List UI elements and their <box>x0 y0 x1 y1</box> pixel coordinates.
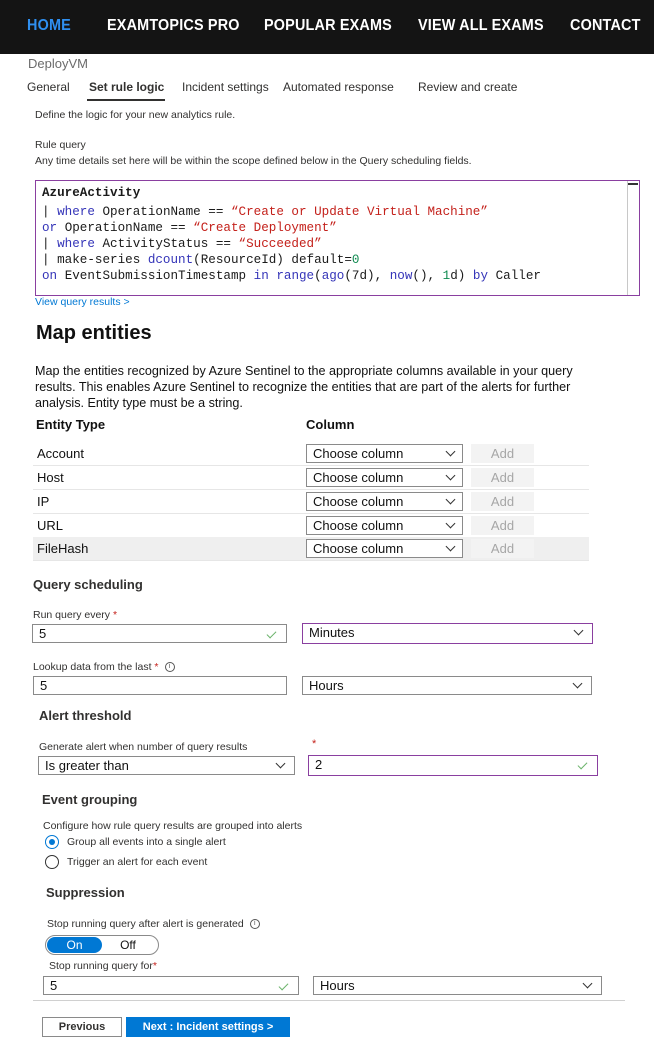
entity-type-label: Account <box>37 446 84 461</box>
stop-query-for-input[interactable]: 5 <box>43 976 299 995</box>
chevron-down-icon <box>445 494 456 505</box>
alert-threshold-title: Alert threshold <box>39 708 132 723</box>
chevron-down-icon <box>582 978 593 989</box>
info-icon[interactable]: i <box>164 662 175 673</box>
entity-row-account: Account Choose column Add <box>33 442 589 466</box>
url-column-select[interactable]: Choose column <box>306 516 463 535</box>
tab-set-rule-logic[interactable]: Set rule logic <box>89 80 164 94</box>
account-column-select[interactable]: Choose column <box>306 444 463 463</box>
entity-type-header: Entity Type <box>36 417 106 432</box>
alert-threshold-input[interactable]: 2 <box>308 755 598 776</box>
tab-incident-settings[interactable]: Incident settings <box>182 80 269 94</box>
lookup-data-unit-select[interactable]: Hours <box>302 676 592 695</box>
chevron-down-icon <box>445 541 456 552</box>
entity-type-label: FileHash <box>37 541 89 556</box>
info-icon[interactable]: i <box>249 919 260 930</box>
footer-divider <box>33 1000 625 1001</box>
run-query-every-label: Run query every * <box>33 609 118 621</box>
lookup-data-input[interactable]: 5 <box>33 676 287 695</box>
chevron-down-icon <box>573 625 584 636</box>
view-query-results-link[interactable]: View query results > <box>35 296 130 308</box>
ip-column-select[interactable]: Choose column <box>306 492 463 511</box>
trigger-each-event-radio[interactable] <box>45 855 59 869</box>
stop-query-label: Stop running query after alert is genera… <box>47 918 260 930</box>
threshold-required-marker: * <box>312 738 317 750</box>
group-single-alert-label: Group all events into a single alert <box>67 836 226 848</box>
chevron-down-icon <box>445 446 456 457</box>
rule-query-editor[interactable]: AzureActivity | where OperationName == “… <box>35 180 640 296</box>
nav-home-link[interactable]: HOME <box>27 17 71 35</box>
map-entities-desc-1: Map the entities recognized by Azure Sen… <box>35 364 573 378</box>
editor-scrollbar[interactable] <box>627 181 639 295</box>
trigger-each-event-label: Trigger an alert for each event <box>67 856 208 868</box>
host-column-select[interactable]: Choose column <box>306 468 463 487</box>
entity-row-filehash: FileHash Choose column Add <box>33 537 589 561</box>
top-navigation-bar: HOME EXAMTOPICS PRO POPULAR EXAMS VIEW A… <box>0 0 654 54</box>
nav-examtopics-pro-link[interactable]: EXAMTOPICS PRO <box>107 17 240 35</box>
entity-row-host: Host Choose column Add <box>33 466 589 490</box>
rule-name-subtitle: DeployVM <box>28 56 88 71</box>
nav-contact-link[interactable]: CONTACT <box>570 17 641 35</box>
previous-button[interactable]: Previous <box>42 1017 122 1037</box>
rule-query-label: Rule query <box>35 139 86 151</box>
tab-automated-response[interactable]: Automated response <box>283 80 394 94</box>
rule-query-help: Any time details set here will be within… <box>35 155 472 167</box>
url-add-button[interactable]: Add <box>471 516 534 535</box>
nav-view-all-exams-link[interactable]: VIEW ALL EXAMS <box>418 17 544 35</box>
toggle-off-label: Off <box>120 938 136 952</box>
entity-row-ip: IP Choose column Add <box>33 490 589 514</box>
tab-general[interactable]: General <box>27 80 70 94</box>
chevron-down-icon <box>445 470 456 481</box>
query-line-1: AzureActivity <box>42 186 141 200</box>
filehash-add-button[interactable]: Add <box>471 539 534 558</box>
entity-type-label: URL <box>37 518 64 533</box>
map-entities-desc-3: analysis. Entity type must be a string. <box>35 396 243 410</box>
run-query-every-input[interactable]: 5 <box>32 624 287 643</box>
event-grouping-label: Configure how rule query results are gro… <box>43 820 303 832</box>
entity-type-label: Host <box>37 470 64 485</box>
suppression-toggle[interactable]: On Off <box>45 935 159 955</box>
query-line-2: | where OperationName == “Create or Upda… <box>42 205 488 219</box>
next-incident-settings-button[interactable]: Next : Incident settings > <box>126 1017 290 1037</box>
active-tab-indicator <box>87 99 165 101</box>
toggle-on-label: On <box>47 937 102 953</box>
nav-popular-exams-link[interactable]: POPULAR EXAMS <box>264 17 392 35</box>
suppression-title: Suppression <box>46 885 125 900</box>
alert-operator-select[interactable]: Is greater than <box>38 756 295 775</box>
filehash-column-select[interactable]: Choose column <box>306 539 463 558</box>
column-header: Column <box>306 417 355 432</box>
chevron-down-icon <box>275 758 286 769</box>
stop-query-unit-select[interactable]: Hours <box>313 976 602 995</box>
event-grouping-title: Event grouping <box>42 792 138 807</box>
chevron-down-icon <box>572 678 583 689</box>
query-line-5: | make-series dcount(ResourceId) default… <box>42 253 360 267</box>
checkmark-icon <box>266 628 277 639</box>
map-entities-desc-2: results. This enables Azure Sentinel to … <box>35 380 571 394</box>
account-add-button[interactable]: Add <box>471 444 534 463</box>
checkmark-icon <box>577 759 588 770</box>
entity-row-url: URL Choose column Add <box>33 514 589 538</box>
lookup-data-label: Lookup data from the last * i <box>33 661 175 673</box>
query-line-3: or OperationName == “Create Deployment” <box>42 221 337 235</box>
generate-alert-label: Generate alert when number of query resu… <box>39 741 248 753</box>
map-entities-title: Map entities <box>36 322 152 344</box>
query-line-6: on EventSubmissionTimestamp in range(ago… <box>42 269 541 283</box>
ip-add-button[interactable]: Add <box>471 492 534 511</box>
host-add-button[interactable]: Add <box>471 468 534 487</box>
checkmark-icon <box>278 980 289 991</box>
group-single-alert-radio[interactable] <box>45 835 59 849</box>
chevron-down-icon <box>445 518 456 529</box>
tab-review-and-create[interactable]: Review and create <box>418 80 517 94</box>
query-line-4: | where ActivityStatus == “Succeeded” <box>42 237 322 251</box>
intro-text: Define the logic for your new analytics … <box>35 109 236 121</box>
run-query-unit-select[interactable]: Minutes <box>302 623 593 644</box>
entity-type-label: IP <box>37 494 50 509</box>
query-scheduling-title: Query scheduling <box>33 577 143 592</box>
stop-query-for-label: Stop running query for* <box>49 960 157 972</box>
